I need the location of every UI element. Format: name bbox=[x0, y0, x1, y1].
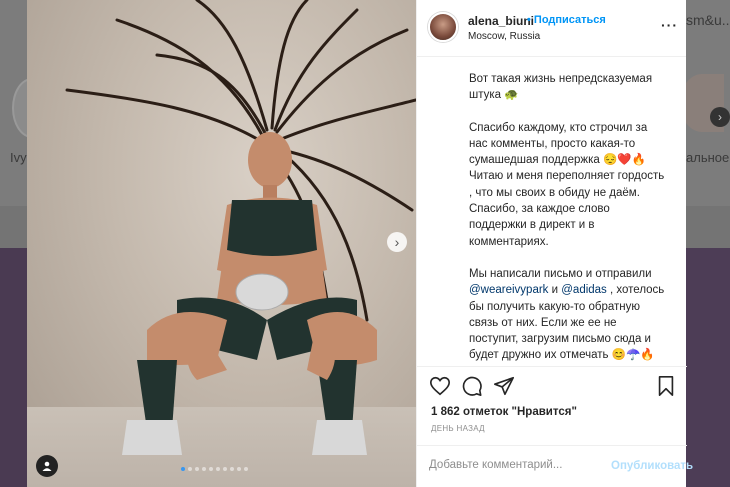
post-caption: Вот такая жизнь непредсказуемая штука 🐢 С… bbox=[417, 57, 686, 366]
post-header: alena_biuni • Подписаться Moscow, Russia… bbox=[417, 0, 686, 57]
post-sidebar: alena_biuni • Подписаться Moscow, Russia… bbox=[416, 0, 693, 487]
comment-input[interactable] bbox=[429, 459, 604, 471]
post-modal: › alena_biuni • Подписаться Moscow, Russ… bbox=[27, 0, 693, 487]
post-timestamp: ДЕНЬ НАЗАД bbox=[431, 424, 485, 433]
user-tag-icon[interactable] bbox=[36, 455, 58, 477]
follow-button[interactable]: • Подписаться bbox=[527, 14, 606, 26]
post-photo[interactable]: › bbox=[27, 0, 416, 487]
carousel-dot bbox=[244, 467, 248, 471]
grid-thumbnail-left bbox=[0, 248, 27, 487]
profile-title-fragment: sm&u.. bbox=[686, 12, 730, 28]
heart-icon[interactable] bbox=[429, 375, 451, 397]
story-highlight-left-label: Ivy bbox=[10, 150, 27, 165]
caption-text: Вот такая жизнь непредсказуемая штука 🐢 bbox=[469, 73, 653, 102]
stories-next-icon[interactable]: › bbox=[710, 107, 730, 127]
carousel-dot bbox=[188, 467, 192, 471]
bookmark-icon[interactable] bbox=[655, 375, 677, 397]
carousel-dot bbox=[195, 467, 199, 471]
follow-label: Подписаться bbox=[533, 14, 606, 26]
grid-thumbnail-right bbox=[686, 248, 730, 487]
caption-text: Спасибо каждому, кто строчил за нас комм… bbox=[469, 121, 665, 248]
carousel-next-button[interactable]: › bbox=[387, 232, 407, 252]
comment-form: Опубликовать bbox=[417, 445, 693, 487]
likes-count[interactable]: 1 862 отметок "Нравится" bbox=[431, 406, 577, 418]
mention-link[interactable]: @adidas bbox=[561, 284, 607, 296]
caption-paragraph: Мы написали письмо и отправили @weareivy… bbox=[469, 266, 666, 364]
caption-text: и bbox=[548, 284, 562, 297]
share-icon[interactable] bbox=[493, 375, 515, 397]
photo-subject bbox=[65, 0, 416, 455]
carousel-dot bbox=[202, 467, 206, 471]
mention-link[interactable]: @weareivypark bbox=[469, 284, 548, 296]
carousel-indicator bbox=[181, 467, 248, 471]
caption-paragraph: Спасибо каждому, кто строчил за нас комм… bbox=[469, 120, 666, 250]
caption-paragraph: Вот такая жизнь непредсказуемая штука 🐢 bbox=[469, 71, 666, 104]
carousel-dot bbox=[230, 467, 234, 471]
follow-separator: • bbox=[527, 14, 531, 26]
carousel-dot bbox=[216, 467, 220, 471]
comment-icon[interactable] bbox=[461, 375, 483, 397]
carousel-dot bbox=[209, 467, 213, 471]
publish-comment-button[interactable]: Опубликовать bbox=[611, 460, 693, 472]
carousel-dot bbox=[237, 467, 241, 471]
story-highlight-right-label: альное bbox=[686, 150, 730, 165]
caption-text: Мы написали письмо и отправили bbox=[469, 267, 652, 280]
avatar[interactable] bbox=[428, 12, 458, 42]
post-actions: 1 862 отметок "Нравится" ДЕНЬ НАЗАД Опуб… bbox=[417, 366, 693, 487]
carousel-dot bbox=[223, 467, 227, 471]
username-link[interactable]: alena_biuni bbox=[468, 14, 534, 28]
location-link[interactable]: Moscow, Russia bbox=[468, 31, 540, 42]
more-dots-icon[interactable]: ··· bbox=[661, 17, 678, 33]
carousel-dot bbox=[181, 467, 185, 471]
